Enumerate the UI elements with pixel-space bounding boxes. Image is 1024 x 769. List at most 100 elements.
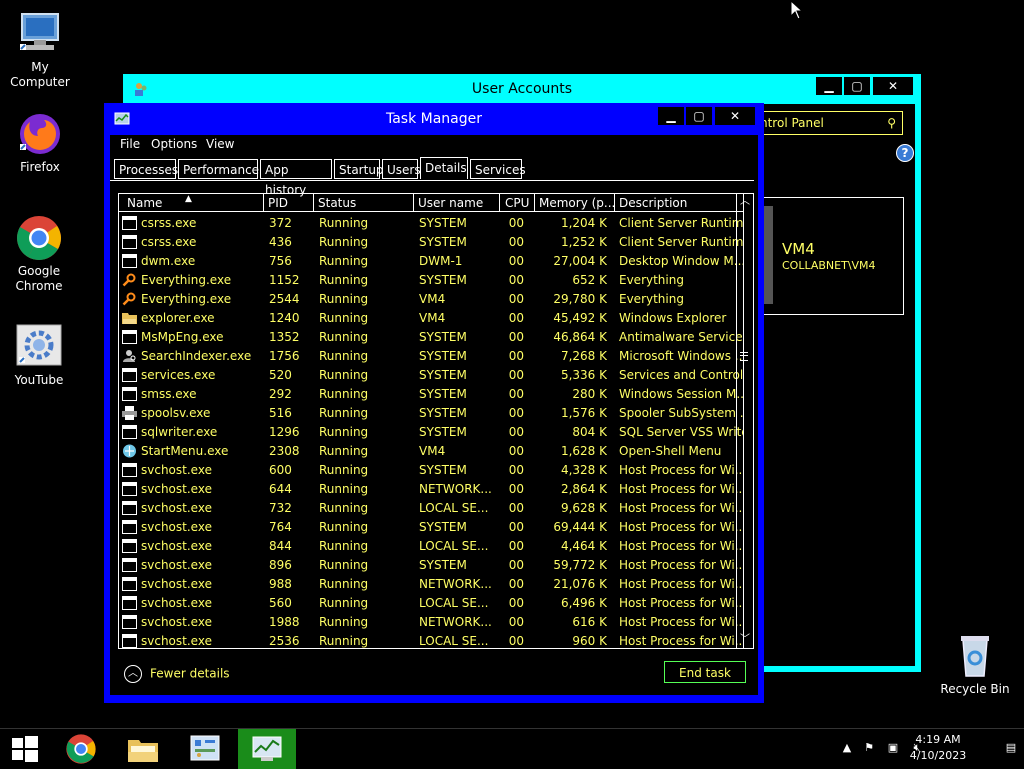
cell-pid: 732: [269, 501, 292, 515]
table-row[interactable]: sqlwriter.exe 1296 Running SYSTEM 00 804 K SQL…: [119, 423, 743, 442]
column-header-description[interactable]: Description: [615, 194, 743, 212]
tab-users[interactable]: Users: [382, 159, 421, 179]
desktop-icon-recycle-bin[interactable]: Recycle Bin: [935, 632, 1015, 697]
table-row[interactable]: svchost.exe 764 Running SYSTEM 00 69,444 K Hos…: [119, 518, 743, 537]
column-header-user-name[interactable]: User name: [414, 194, 500, 212]
table-row[interactable]: Everything.exe 1152 Running SYSTEM 00 652 K Ev…: [119, 271, 743, 290]
window-icon: [122, 425, 137, 439]
scroll-thumb[interactable]: [740, 352, 748, 361]
column-header-status[interactable]: Status: [314, 194, 414, 212]
table-vertical-scrollbar[interactable]: ︿ ﹀: [736, 193, 754, 649]
cell-status: Running: [319, 596, 369, 610]
tab-details[interactable]: Details: [420, 157, 468, 179]
task-manager-titlebar[interactable]: Task Manager ▁ ▢ ✕: [104, 103, 764, 135]
menu-file[interactable]: File: [120, 137, 140, 151]
tm-maximize-button[interactable]: ▢: [686, 107, 712, 125]
avatar: [763, 206, 773, 304]
table-row[interactable]: svchost.exe 732 Running LOCAL SE... 00 9,628 …: [119, 499, 743, 518]
table-row[interactable]: spoolsv.exe 516 Running SYSTEM 00 1,576 K Spoo…: [119, 404, 743, 423]
scroll-up-icon[interactable]: ︿: [737, 194, 753, 210]
tm-minimize-button[interactable]: ▁: [658, 107, 684, 125]
table-row[interactable]: MsMpEng.exe 1352 Running SYSTEM 00 46,864 K An…: [119, 328, 743, 347]
ua-close-button[interactable]: ✕: [873, 77, 913, 95]
process-details-table[interactable]: Name ▲ PID Status User name CPU Memory (…: [118, 193, 744, 649]
cell-cpu: 00: [508, 444, 524, 458]
cell-description: Everything: [619, 273, 684, 287]
cell-description: Client Server Runtim...: [619, 216, 743, 230]
cell-description: Client Server Runtim...: [619, 235, 743, 249]
task-manager-window[interactable]: Task Manager ▁ ▢ ✕ File Options View Pro…: [104, 103, 764, 703]
control-panel-search-input[interactable]: ntrol Panel ⚲: [753, 111, 903, 135]
cell-user-name: VM4: [419, 311, 446, 325]
taskbar-clock[interactable]: 4:19 AM 4/10/2023: [908, 732, 968, 764]
task-manager-icon: [252, 736, 282, 761]
table-row[interactable]: svchost.exe 2536 Running LOCAL SE... 00 960 K…: [119, 632, 743, 648]
notifications-icon[interactable]: ▤: [1004, 741, 1018, 755]
desktop-icon-google-chrome[interactable]: Google Chrome: [0, 214, 79, 294]
ua-minimize-button[interactable]: ▁: [816, 77, 842, 95]
cell-pid: 600: [269, 463, 292, 477]
cell-description: Windows Explorer: [619, 311, 727, 325]
folder-icon: [128, 740, 158, 762]
tab-processes[interactable]: Processes: [114, 159, 178, 179]
taskbar-task-manager-button[interactable]: [238, 729, 296, 769]
search-icon[interactable]: ⚲: [887, 112, 896, 134]
window-icon: [122, 235, 137, 249]
cell-memory: 1,204 K: [560, 216, 607, 230]
cell-user-name: NETWORK...: [419, 577, 492, 591]
cell-user-name: SYSTEM: [419, 235, 467, 249]
cell-pid: 372: [269, 216, 292, 230]
taskbar-explorer-button[interactable]: [114, 729, 172, 769]
printer-icon: [122, 406, 137, 420]
cell-memory: 2,864 K: [560, 482, 607, 496]
network-icon[interactable]: ▣: [886, 741, 900, 755]
cell-memory: 46,864 K: [553, 330, 607, 344]
ua-maximize-button[interactable]: ▢: [844, 77, 870, 95]
taskbar-control-panel-button[interactable]: [176, 729, 234, 769]
table-row[interactable]: svchost.exe 896 Running SYSTEM 00 59,772 K Hos…: [119, 556, 743, 575]
tab-startup[interactable]: Startup: [334, 159, 384, 179]
table-row[interactable]: csrss.exe 372 Running SYSTEM 00 1,204 K Client…: [119, 214, 743, 233]
show-hidden-icons-icon[interactable]: ▲: [840, 741, 854, 755]
table-row[interactable]: StartMenu.exe 2308 Running VM4 00 1,628 K Open…: [119, 442, 743, 461]
tm-close-button[interactable]: ✕: [715, 107, 755, 125]
column-header-cpu[interactable]: CPU: [500, 194, 535, 212]
table-row[interactable]: svchost.exe 560 Running LOCAL SE... 00 6,496 …: [119, 594, 743, 613]
table-row[interactable]: svchost.exe 600 Running SYSTEM 00 4,328 K Host…: [119, 461, 743, 480]
column-header-memory[interactable]: Memory (p...: [535, 194, 615, 212]
window-icon: [122, 558, 137, 572]
table-row[interactable]: SearchIndexer.exe 1756 Running SYSTEM 00 7,26…: [119, 347, 743, 366]
table-row[interactable]: svchost.exe 1988 Running NETWORK... 00 616 K H…: [119, 613, 743, 632]
scroll-down-icon[interactable]: ﹀: [737, 632, 753, 648]
cell-name: csrss.exe: [141, 235, 197, 249]
table-row[interactable]: svchost.exe 844 Running LOCAL SE... 00 4,464 …: [119, 537, 743, 556]
menu-options[interactable]: Options: [151, 137, 197, 151]
tab-app-history[interactable]: App history: [260, 159, 332, 197]
tab-performance[interactable]: Performance: [178, 159, 259, 179]
table-row[interactable]: dwm.exe 756 Running DWM-1 00 27,004 K Desktop …: [119, 252, 743, 271]
end-task-button[interactable]: End task: [664, 661, 746, 683]
desktop-icon-firefox[interactable]: Firefox: [0, 110, 80, 175]
table-row[interactable]: csrss.exe 436 Running SYSTEM 00 1,252 K Client…: [119, 233, 743, 252]
menu-view[interactable]: View: [206, 137, 234, 151]
chevron-up-icon: ︿: [124, 665, 142, 683]
table-row[interactable]: svchost.exe 988 Running NETWORK... 00 21,076 …: [119, 575, 743, 594]
table-row[interactable]: smss.exe 292 Running SYSTEM 00 280 K Windows S…: [119, 385, 743, 404]
column-header-pid[interactable]: PID: [264, 194, 314, 212]
desktop-icon-my-computer[interactable]: My Computer: [0, 10, 80, 90]
table-row[interactable]: Everything.exe 2544 Running VM4 00 29,780 K Ev…: [119, 290, 743, 309]
desktop-icon-youtube[interactable]: YouTube: [0, 323, 79, 388]
action-center-flag-icon[interactable]: ⚑: [862, 741, 876, 755]
cell-cpu: 00: [508, 558, 524, 572]
table-row[interactable]: explorer.exe 1240 Running VM4 00 45,492 K Wind…: [119, 309, 743, 328]
taskbar-chrome-button[interactable]: [52, 729, 110, 769]
table-row[interactable]: svchost.exe 644 Running NETWORK... 00 2,864 K…: [119, 480, 743, 499]
table-row[interactable]: services.exe 520 Running SYSTEM 00 5,336 K Ser…: [119, 366, 743, 385]
start-button[interactable]: [0, 729, 50, 769]
tab-services[interactable]: Services: [470, 159, 526, 179]
cell-description: SQL Server VSS Write...: [619, 425, 743, 439]
help-icon[interactable]: ?: [896, 144, 914, 162]
fewer-details-button[interactable]: ︿ Fewer details: [124, 665, 230, 683]
window-icon: [122, 577, 137, 591]
column-header-name[interactable]: Name ▲: [119, 194, 264, 212]
